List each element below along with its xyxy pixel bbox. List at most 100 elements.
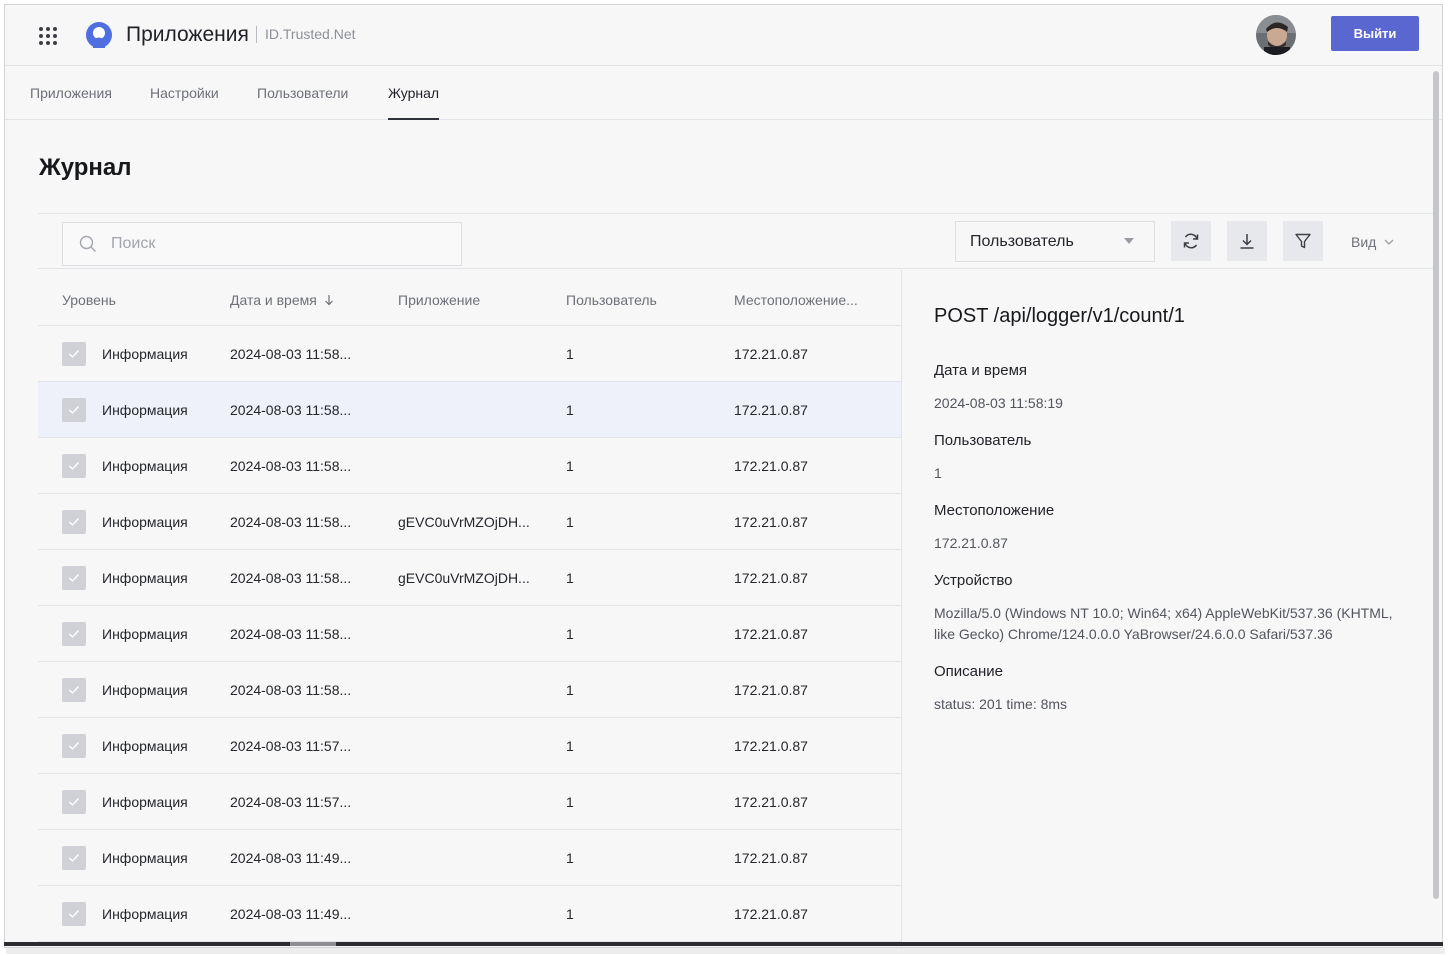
tab-journal[interactable]: Журнал <box>388 85 440 120</box>
filter-button[interactable] <box>1283 221 1323 261</box>
cell-level: Информация <box>102 850 188 866</box>
detail-description-label: Описание <box>934 663 1004 680</box>
table-row[interactable]: Информация 2024-08-03 11:49... 1 172.21.0.8… <box>38 886 901 942</box>
cell-user: 1 <box>566 682 574 698</box>
cell-datetime: 2024-08-03 11:58... <box>230 346 352 362</box>
cell-datetime: 2024-08-03 11:58... <box>230 458 352 474</box>
table-row[interactable]: Информация 2024-08-03 11:57... 1 172.21.0.8… <box>38 718 901 774</box>
column-application[interactable]: Приложение <box>398 292 480 308</box>
brand-divider <box>256 26 257 43</box>
checkmark-icon <box>69 686 80 695</box>
table-row[interactable]: Информация 2024-08-03 11:58... gEVC0uVrMZO… <box>38 550 901 606</box>
search-icon <box>79 235 96 252</box>
detail-user-value: 1 <box>934 465 942 481</box>
cell-user: 1 <box>566 738 574 754</box>
table-row[interactable]: Информация 2024-08-03 11:58... 1 172.21.0.8… <box>38 606 901 662</box>
cell-location: 172.21.0.87 <box>734 682 808 698</box>
checkmark-icon <box>69 854 80 863</box>
apps-grid-icon[interactable] <box>39 27 57 45</box>
cell-application: gEVC0uVrMZOjDH... <box>398 514 530 530</box>
detail-location-label: Местоположение <box>934 502 1055 519</box>
checkmark-icon <box>69 518 80 527</box>
vertical-scrollbar[interactable] <box>1433 71 1439 899</box>
column-datetime-label: Дата и время <box>230 292 317 308</box>
refresh-icon <box>1183 233 1199 249</box>
checkmark-icon <box>69 910 80 919</box>
detail-device-value: Mozilla/5.0 (Windows NT 10.0; Win64; x64… <box>934 605 1393 642</box>
chevron-down-icon <box>1124 238 1134 244</box>
checkbox[interactable] <box>62 902 86 926</box>
user-filter-select[interactable]: Пользователь <box>955 221 1155 262</box>
cell-location: 172.21.0.87 <box>734 570 808 586</box>
checkbox[interactable] <box>62 566 86 590</box>
page-title: Журнал <box>39 154 132 181</box>
user-filter-value: Пользователь <box>970 232 1074 250</box>
cell-level: Информация <box>102 738 188 754</box>
detail-location-value: 172.21.0.87 <box>934 535 1008 551</box>
cell-application: gEVC0uVrMZOjDH... <box>398 570 530 586</box>
view-menu-button[interactable]: Вид <box>1351 234 1394 250</box>
column-level[interactable]: Уровень <box>62 292 116 308</box>
table-row[interactable]: Информация 2024-08-03 11:58... 1 172.21.0.8… <box>38 326 901 382</box>
search-input[interactable] <box>111 235 441 253</box>
checkmark-icon <box>69 462 80 471</box>
arrow-down-icon <box>324 295 333 306</box>
cell-datetime: 2024-08-03 11:57... <box>230 738 352 754</box>
cell-location: 172.21.0.87 <box>734 906 808 922</box>
cell-datetime: 2024-08-03 11:49... <box>230 850 352 866</box>
table-row[interactable]: Информация 2024-08-03 11:58... 1 172.21.0.8… <box>38 382 901 438</box>
table-row[interactable]: Информация 2024-08-03 11:58... 1 172.21.0.8… <box>38 662 901 718</box>
cell-datetime: 2024-08-03 11:58... <box>230 626 352 642</box>
download-button[interactable] <box>1227 221 1267 261</box>
cell-datetime: 2024-08-03 11:58... <box>230 402 352 418</box>
tab-settings[interactable]: Настройки <box>150 85 219 120</box>
checkbox[interactable] <box>62 790 86 814</box>
detail-description-value: status: 201 time: 8ms <box>934 696 1068 712</box>
tab-users[interactable]: Пользователи <box>257 85 348 120</box>
tab-applications[interactable]: Приложения <box>30 85 112 120</box>
checkbox[interactable] <box>62 846 86 870</box>
horizontal-scrollbar[interactable] <box>290 942 336 946</box>
table-row[interactable]: Информация 2024-08-03 11:58... gEVC0uVrMZO… <box>38 494 901 550</box>
cell-location: 172.21.0.87 <box>734 850 808 866</box>
column-datetime[interactable]: Дата и время <box>230 292 334 308</box>
cell-user: 1 <box>566 346 574 362</box>
checkmark-icon <box>69 574 80 583</box>
view-label: Вид <box>1351 234 1377 250</box>
checkbox[interactable] <box>62 678 86 702</box>
table-body: Информация 2024-08-03 11:58... 1 172.21.0.8… <box>38 326 901 942</box>
user-avatar[interactable] <box>1256 15 1296 55</box>
cell-level: Информация <box>102 514 188 530</box>
checkbox[interactable] <box>62 510 86 534</box>
cell-user: 1 <box>566 850 574 866</box>
table-header: Уровень Дата и время Приложение Пользова… <box>38 270 901 326</box>
cell-level: Информация <box>102 346 188 362</box>
cell-location: 172.21.0.87 <box>734 346 808 362</box>
app-window: Приложения ID.Trusted.Net Выйти Приложен… <box>4 4 1443 948</box>
column-location[interactable]: Местоположение... <box>734 292 858 308</box>
detail-datetime-value: 2024-08-03 11:58:19 <box>934 395 1063 411</box>
filter-icon <box>1295 233 1311 249</box>
cell-level: Информация <box>102 794 188 810</box>
journal-toolbar: Пользователь Вид <box>38 213 1435 269</box>
checkbox[interactable] <box>62 454 86 478</box>
table-row[interactable]: Информация 2024-08-03 11:58... 1 172.21.0.8… <box>38 438 901 494</box>
table-row[interactable]: Информация 2024-08-03 11:57... 1 172.21.0.8… <box>38 774 901 830</box>
download-icon <box>1240 234 1254 249</box>
refresh-button[interactable] <box>1171 221 1211 261</box>
cell-location: 172.21.0.87 <box>734 402 808 418</box>
trusted-logo-icon <box>86 22 112 48</box>
checkbox[interactable] <box>62 398 86 422</box>
cell-location: 172.21.0.87 <box>734 738 808 754</box>
checkbox[interactable] <box>62 622 86 646</box>
main-tabs: Приложения Настройки Пользователи Журнал <box>5 67 1442 120</box>
chevron-down-icon <box>1384 239 1394 245</box>
checkbox[interactable] <box>62 342 86 366</box>
cell-user: 1 <box>566 402 574 418</box>
cell-datetime: 2024-08-03 11:58... <box>230 682 352 698</box>
checkbox[interactable] <box>62 734 86 758</box>
table-row[interactable]: Информация 2024-08-03 11:49... 1 172.21.0.8… <box>38 830 901 886</box>
logout-button[interactable]: Выйти <box>1331 16 1419 51</box>
cell-location: 172.21.0.87 <box>734 626 808 642</box>
column-user[interactable]: Пользователь <box>566 292 657 308</box>
